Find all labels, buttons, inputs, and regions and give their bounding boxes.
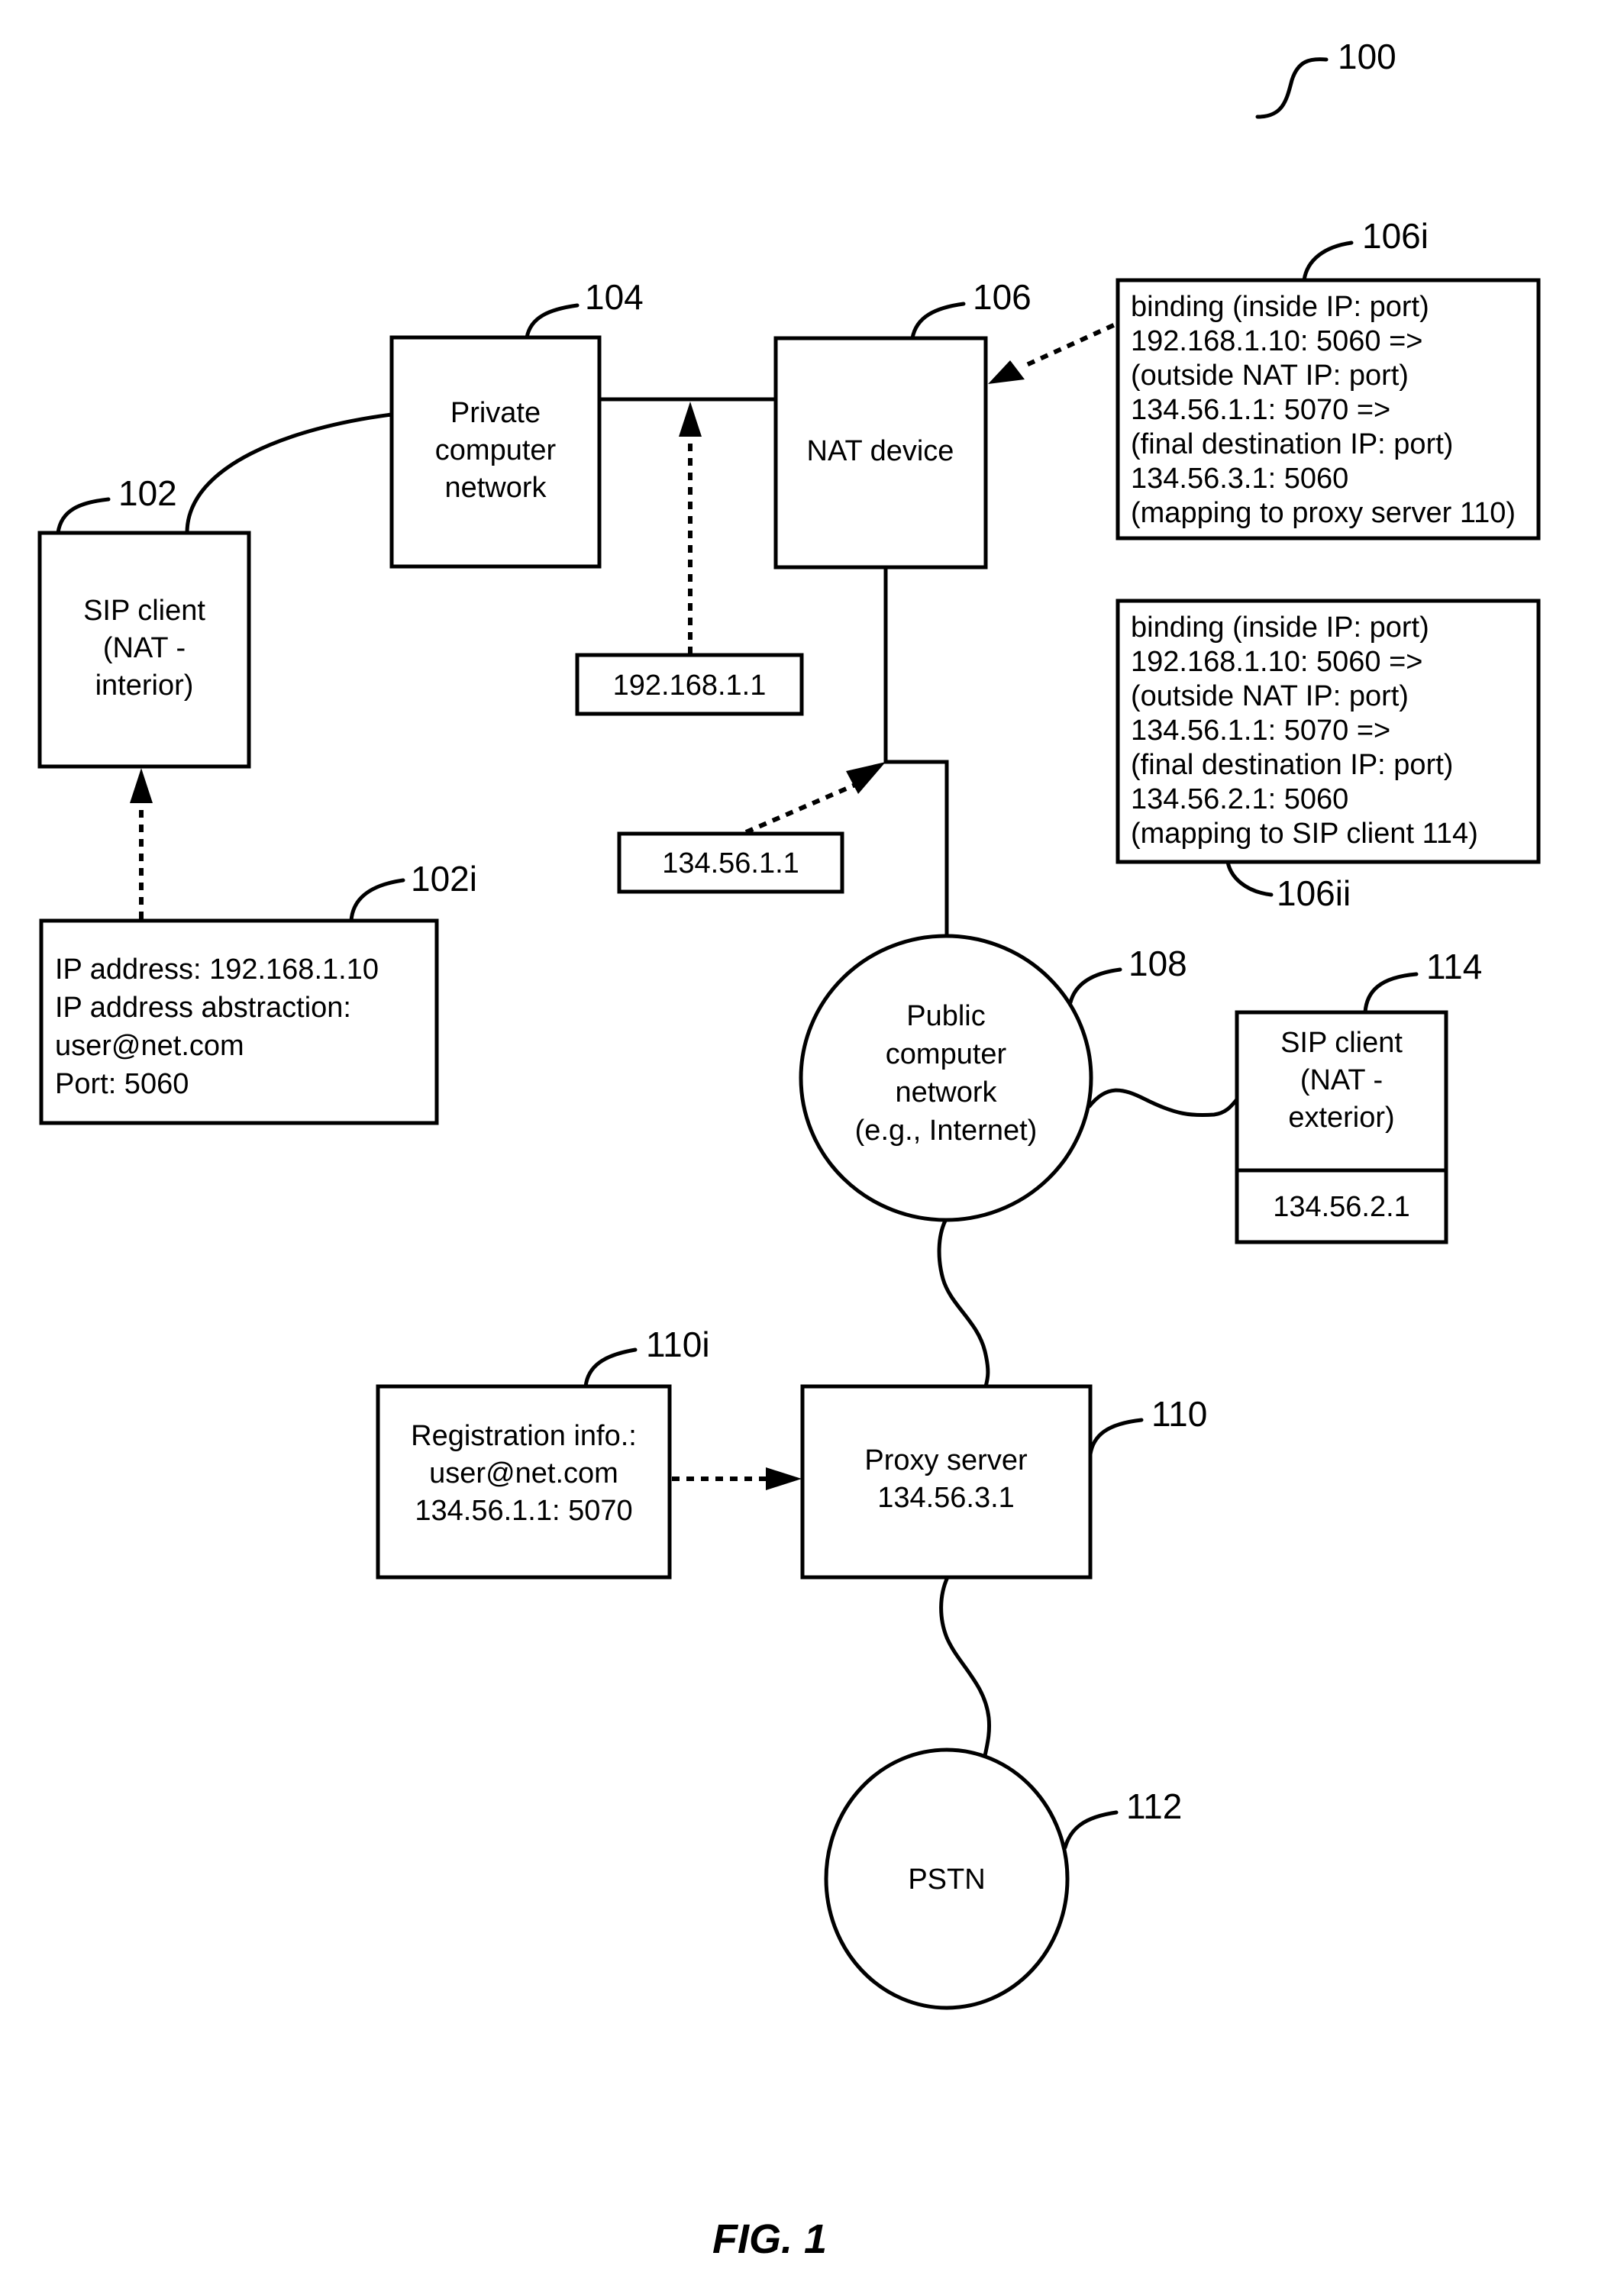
ref-label-104: 104 [585,277,644,317]
binding-proxy-box: binding (inside IP: port) 192.168.1.10: … [1115,278,1541,541]
leader-102i [349,878,405,923]
sip-client-interior-line-1: SIP client [83,595,205,627]
public-computer-network: Public computer network (e.g., Internet) [799,934,1093,1222]
private-network-line-2: computer [435,434,557,466]
ref-label-110i: 110i [646,1325,710,1364]
registration-line-2: user@net.com [429,1457,618,1489]
nat-device-label: NAT device [807,435,954,467]
sip-client-exterior: SIP client (NAT - exterior) 134.56.2.1 [1235,1010,1448,1244]
link-sip-client-to-private-network [185,412,392,534]
ref-label-102: 102 [118,473,177,513]
registration-info-box: Registration info.: user@net.com 134.56.… [376,1384,672,1580]
ref-label-112: 112 [1126,1786,1182,1826]
pstn-label: PSTN [908,1864,985,1896]
registration-line-1: Registration info.: [411,1420,637,1452]
private-ip-box: 192.168.1.1 [575,653,804,716]
binding-106i-line-3: (outside NAT IP: port) [1131,360,1409,392]
sip-client-exterior-line-1: SIP client [1280,1027,1403,1059]
binding-106i-line-7: (mapping to proxy server 110) [1131,497,1516,529]
proxy-server-line-1: Proxy server [864,1444,1028,1476]
registration-line-3: 134.56.1.1: 5070 [415,1495,632,1527]
link-public-network-to-sip-client-exterior [1087,1088,1238,1118]
public-ip-label: 134.56.1.1 [662,847,799,879]
sip-client-exterior-line-3: exterior) [1288,1102,1394,1134]
leader-106ii [1225,860,1274,897]
private-network-line-3: network [444,472,547,504]
binding-106ii-line-5: (final destination IP: port) [1131,749,1453,781]
public-network-line-3: network [895,1076,997,1109]
sip-client-interior-line-3: interior) [95,670,194,702]
leader-110i [583,1347,638,1389]
sip-client-interior-info: IP address: 192.168.1.10 IP address abst… [39,918,439,1125]
leader-106 [910,302,966,340]
binding-client-box: binding (inside IP: port) 192.168.1.10: … [1115,599,1541,864]
info-102i-line-4: Port: 5060 [55,1068,189,1100]
ref-label-106i: 106i [1362,216,1429,256]
link-nat-to-public-network [883,567,949,937]
ref-label-108: 108 [1128,944,1187,983]
binding-106i-line-6: 134.56.3.1: 5060 [1131,463,1348,495]
ref-label-106: 106 [973,277,1032,317]
link-proxy-server-to-pstn [939,1576,991,1757]
public-network-line-2: computer [886,1038,1007,1070]
nat-device: NAT device [773,336,988,570]
binding-106i-line-2: 192.168.1.10: 5060 => [1131,325,1422,357]
binding-106i-line-5: (final destination IP: port) [1131,428,1453,460]
proxy-server-line-2: 134.56.3.1 [877,1482,1015,1514]
link-public-network-to-proxy-server [937,1219,990,1387]
public-ip-box: 134.56.1.1 [617,831,844,894]
proxy-server: Proxy server 134.56.3.1 [800,1384,1093,1580]
binding-106ii-line-6: 134.56.2.1: 5060 [1131,783,1348,815]
leader-108 [1068,967,1122,1005]
arrowhead-public-ip [846,762,886,794]
arrow-public-ip-to-link [744,783,857,834]
binding-106i-line-4: 134.56.1.1: 5070 => [1131,394,1390,426]
arrowhead-private-ip [679,402,702,437]
ref-label-110: 110 [1151,1394,1207,1434]
binding-106ii-line-3: (outside NAT IP: port) [1131,680,1409,712]
ref-label-106ii: 106ii [1277,873,1351,913]
binding-106ii-line-1: binding (inside IP: port) [1131,612,1429,644]
leader-106i [1302,240,1354,282]
binding-106ii-line-4: 134.56.1.1: 5070 => [1131,715,1390,747]
sip-client-interior: SIP client (NAT - interior) [37,531,251,769]
leader-114 [1363,972,1419,1015]
sip-client-exterior-ip: 134.56.2.1 [1273,1191,1410,1223]
info-102i-line-1: IP address: 192.168.1.10 [55,954,379,986]
sip-client-exterior-line-2: (NAT - [1300,1064,1383,1096]
leader-104 [525,303,580,340]
leader-112 [1063,1810,1119,1850]
binding-106ii-line-2: 192.168.1.10: 5060 => [1131,646,1422,678]
figure-caption: FIG. 1 [712,2216,827,2262]
ref-label-102i: 102i [411,859,477,899]
public-network-line-4: (e.g., Internet) [855,1115,1038,1147]
leader-110 [1088,1418,1144,1457]
private-computer-network: Private computer network [389,335,602,569]
arrow-106i-to-nat [1022,317,1128,369]
leader-100 [1255,57,1329,119]
private-ip-label: 192.168.1.1 [613,670,767,702]
pstn: PSTN [824,1748,1070,2010]
binding-106ii-line-7: (mapping to SIP client 114) [1131,818,1478,850]
arrowhead-106i [988,360,1025,384]
sip-client-interior-line-2: (NAT - [103,632,186,664]
arrowhead-110i [766,1467,802,1490]
info-102i-line-2: IP address abstraction: [55,992,351,1024]
arrowhead-102i [130,768,153,803]
ref-label-114: 114 [1426,947,1482,986]
public-network-line-1: Public [906,1000,986,1032]
ref-label-100: 100 [1338,37,1396,76]
binding-106i-line-1: binding (inside IP: port) [1131,291,1429,323]
network-diagram: 100 SIP client (NAT - interior) 102 IP a… [37,37,1541,2262]
private-network-line-1: Private [450,397,541,429]
info-102i-line-3: user@net.com [55,1030,244,1062]
leader-102 [56,497,111,535]
